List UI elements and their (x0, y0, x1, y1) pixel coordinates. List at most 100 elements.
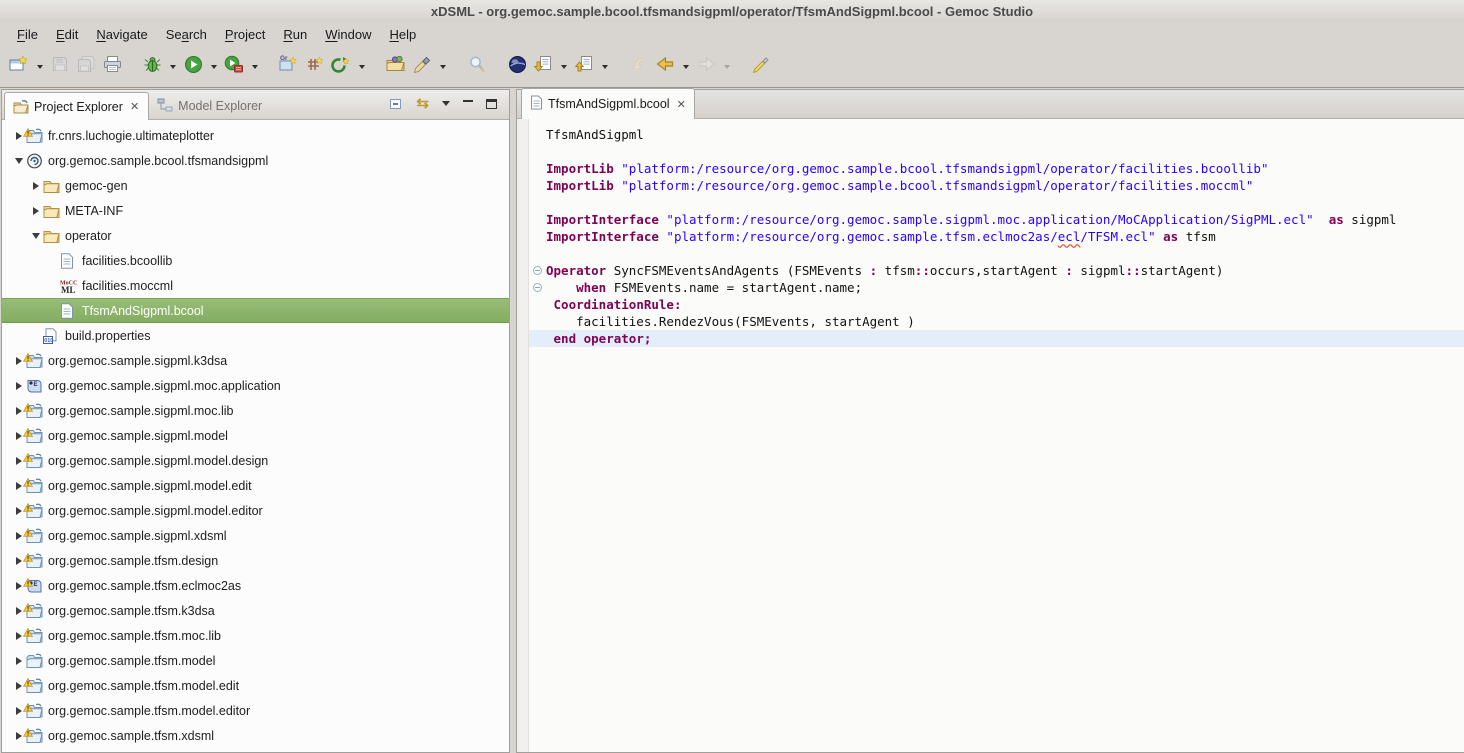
tree-item[interactable]: MoCCMLfacilities.moccml (2, 273, 509, 298)
new-button[interactable] (6, 54, 32, 80)
code-editor[interactable]: TfsmAndSigpml ImportLib "platform:/resour… (517, 119, 1464, 752)
tab-project-explorer[interactable]: Project Explorer ✕ (4, 92, 149, 120)
menu-project[interactable]: Project (216, 24, 274, 45)
code-line[interactable]: ImportInterface "platform:/resource/org.… (529, 228, 1464, 245)
menu-navigate[interactable]: Navigate (87, 24, 156, 45)
tree-item[interactable]: Eorg.gemoc.sample.tfsm.eclmoc2as (2, 573, 509, 598)
tree-item[interactable]: org.gemoc.sample.sigpml.xdsml (2, 523, 509, 548)
tree-item[interactable]: org.gemoc.sample.bcool.tfsmandsigpml (2, 148, 509, 173)
tab-model-explorer[interactable]: Model Explorer (149, 92, 271, 119)
menu-run[interactable]: Run (274, 24, 316, 45)
chevron-right-icon[interactable] (33, 182, 39, 190)
code-line[interactable] (529, 194, 1464, 211)
chevron-right-icon[interactable] (16, 407, 22, 415)
chevron-right-icon[interactable] (16, 532, 22, 540)
new-class-button[interactable] (328, 54, 354, 80)
tree-item[interactable]: org.gemoc.sample.tfsm.k3dsa (2, 598, 509, 623)
tree-item[interactable]: TfsmAndSigpml.bcool (2, 298, 509, 323)
code-line[interactable]: ImportLib "platform:/resource/org.gemoc.… (529, 160, 1464, 177)
next-annotation-dropdown[interactable] (556, 54, 571, 80)
new-class-dropdown[interactable] (354, 54, 369, 80)
tree-item[interactable]: 010build.properties (2, 323, 509, 348)
chevron-right-icon[interactable] (16, 432, 22, 440)
view-menu-icon[interactable] (442, 101, 450, 106)
chevron-right-icon[interactable] (16, 632, 22, 640)
chevron-right-icon[interactable] (16, 557, 22, 565)
menu-file[interactable]: File (8, 24, 47, 45)
menu-edit[interactable]: Edit (47, 24, 87, 45)
chevron-right-icon[interactable] (16, 732, 22, 740)
fold-collapse-icon[interactable] (533, 266, 542, 275)
code-line[interactable]: Operator SyncFSMEventsAndAgents (FSMEven… (529, 262, 1464, 279)
collapse-all-icon[interactable] (388, 96, 403, 111)
tree-item[interactable]: org.gemoc.sample.tfsm.model.edit (2, 673, 509, 698)
fold-collapse-icon[interactable] (533, 283, 542, 292)
tree-item[interactable]: org.gemoc.sample.tfsm.model.editor (2, 698, 509, 723)
tree-item[interactable]: org.gemoc.sample.sigpml.model.editor (2, 498, 509, 523)
chevron-right-icon[interactable] (16, 457, 22, 465)
tree-item[interactable]: org.gemoc.sample.tfsm.moc.lib (2, 623, 509, 648)
tree-item[interactable]: org.gemoc.sample.tfsm.xdsml (2, 723, 509, 748)
chevron-right-icon[interactable] (33, 207, 39, 215)
back-dropdown[interactable] (678, 54, 693, 80)
run-history-dropdown[interactable] (247, 54, 262, 80)
code-line[interactable]: TfsmAndSigpml (529, 126, 1464, 143)
tree-item[interactable]: META-INF (2, 198, 509, 223)
chevron-down-icon[interactable] (15, 158, 23, 164)
tree-item[interactable]: org.gemoc.sample.tfsm.model (2, 648, 509, 673)
chevron-right-icon[interactable] (16, 382, 22, 390)
menu-window[interactable]: Window (316, 24, 380, 45)
tree-item[interactable]: org.gemoc.sample.sigpml.model.design (2, 448, 509, 473)
debug-dropdown[interactable] (165, 54, 180, 80)
code-line[interactable]: facilities.RendezVous(FSMEvents, startAg… (529, 313, 1464, 330)
code-line[interactable] (529, 245, 1464, 262)
new-dropdown[interactable] (32, 54, 47, 80)
forward-dropdown[interactable] (719, 54, 734, 80)
tree-item[interactable]: gemoc-gen (2, 173, 509, 198)
web-browser-button[interactable] (504, 54, 530, 80)
run-dropdown[interactable] (206, 54, 221, 80)
annotation-button[interactable] (409, 54, 435, 80)
tree-item[interactable]: org.gemoc.sample.sigpml.model.edit (2, 473, 509, 498)
maximize-icon[interactable] (486, 99, 497, 109)
chevron-right-icon[interactable] (16, 582, 22, 590)
search-button[interactable] (464, 54, 490, 80)
new-package-button[interactable] (302, 54, 328, 80)
next-annotation-button[interactable] (530, 54, 556, 80)
open-element-button[interactable] (383, 54, 409, 80)
tree-item[interactable]: Eorg.gemoc.sample.sigpml.moc.application (2, 373, 509, 398)
code-line[interactable] (529, 143, 1464, 160)
chevron-right-icon[interactable] (16, 607, 22, 615)
tree-item[interactable]: org.gemoc.sample.sigpml.moc.lib (2, 398, 509, 423)
chevron-right-icon[interactable] (16, 707, 22, 715)
code-line[interactable]: end operator; (529, 330, 1464, 347)
tree-item[interactable]: org.gemoc.sample.sigpml.k3dsa (2, 348, 509, 373)
code-line[interactable]: ImportLib "platform:/resource/org.gemoc.… (529, 177, 1464, 194)
print-button[interactable] (99, 54, 125, 80)
chevron-right-icon[interactable] (16, 657, 22, 665)
code-line[interactable]: when FSMEvents.name = startAgent.name; (529, 279, 1464, 296)
tree-item[interactable]: org.gemoc.sample.sigpml.model (2, 423, 509, 448)
code-line[interactable]: ImportInterface "platform:/resource/org.… (529, 211, 1464, 228)
tree-item[interactable]: fr.cnrs.luchogie.ultimateplotter (2, 123, 509, 148)
chevron-down-icon[interactable] (32, 233, 40, 239)
annotation-dropdown[interactable] (435, 54, 450, 80)
previous-annotation-dropdown[interactable] (597, 54, 612, 80)
run-history-button[interactable] (221, 54, 247, 80)
chevron-right-icon[interactable] (16, 132, 22, 140)
chevron-right-icon[interactable] (16, 357, 22, 365)
menu-search[interactable]: Search (157, 24, 216, 45)
editor-tab-tfsmandsigpml[interactable]: TfsmAndSigpml.bcool ✕ (521, 88, 695, 119)
link-with-editor-icon[interactable]: ⇆ (416, 99, 429, 109)
tree-item[interactable]: operator (2, 223, 509, 248)
chevron-right-icon[interactable] (16, 482, 22, 490)
tree-item[interactable]: org.gemoc.sample.tfsm.design (2, 548, 509, 573)
back-button[interactable] (652, 54, 678, 80)
chevron-right-icon[interactable] (16, 507, 22, 515)
close-icon[interactable]: ✕ (677, 98, 686, 111)
code-line[interactable]: CoordinationRule: (529, 296, 1464, 313)
previous-annotation-button[interactable] (571, 54, 597, 80)
chevron-right-icon[interactable] (16, 682, 22, 690)
pin-editor-button[interactable] (748, 54, 774, 80)
close-icon[interactable]: ✕ (130, 100, 139, 113)
